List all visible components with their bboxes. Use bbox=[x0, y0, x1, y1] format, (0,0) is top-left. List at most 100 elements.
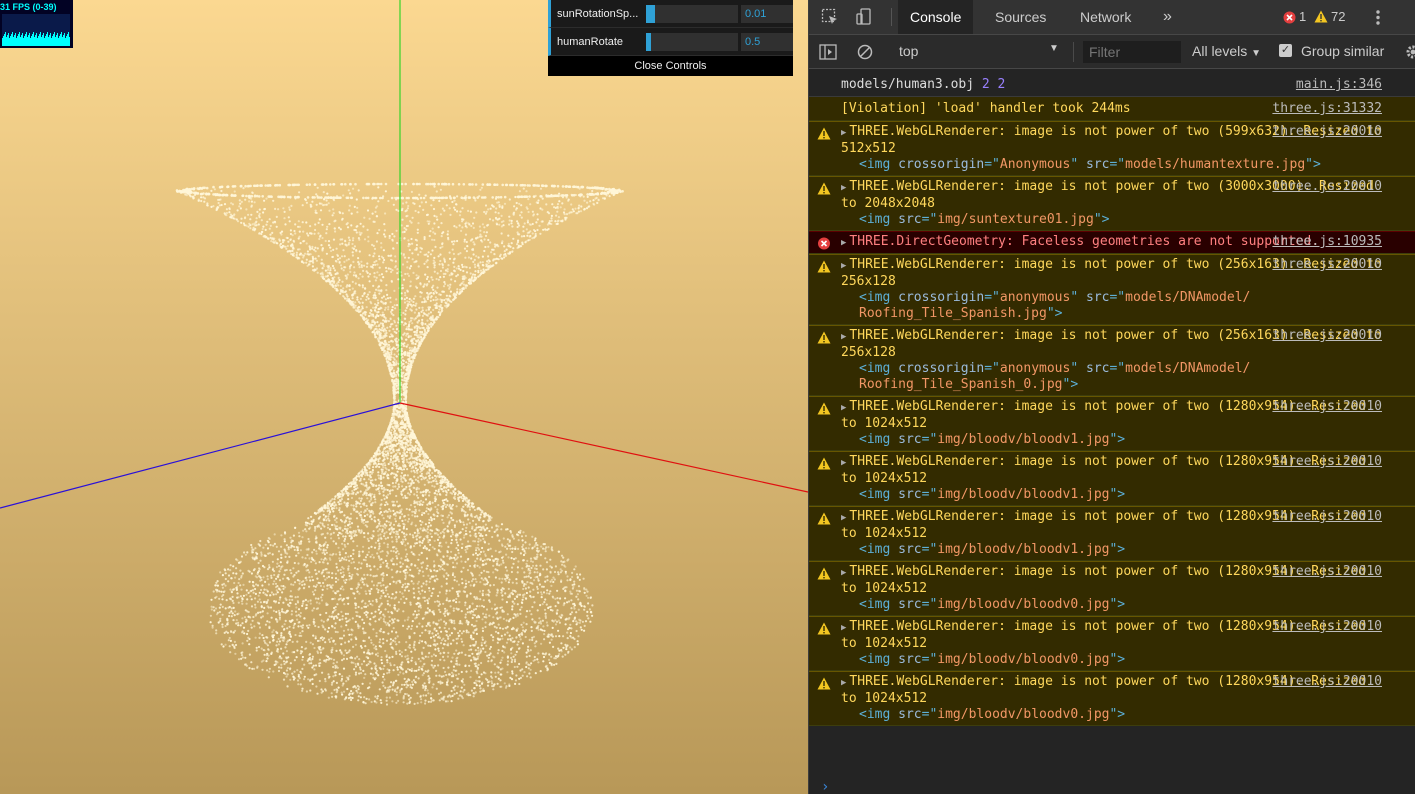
console-warning-row[interactable]: ▶ THREE.WebGLRenderer: image is not power… bbox=[809, 176, 1415, 231]
expand-caret-icon[interactable]: ▶ bbox=[841, 261, 846, 271]
warning-count[interactable]: 72 bbox=[1331, 9, 1345, 24]
gui-control-sun-rotation[interactable]: sunRotationSp... 0.01 bbox=[548, 0, 793, 28]
expand-caret-icon[interactable]: ▶ bbox=[841, 403, 846, 413]
warning-count-icon[interactable] bbox=[1314, 10, 1328, 23]
console-warning-row[interactable]: ▶ THREE.WebGLRenderer: image is not power… bbox=[809, 671, 1415, 726]
console-log-row[interactable]: models/human3.obj 2 2 main.js:346 bbox=[809, 69, 1415, 97]
attr-value: img/suntexture01.jpg bbox=[937, 212, 1094, 227]
context-selector[interactable]: top bbox=[899, 43, 918, 59]
expand-caret-icon[interactable]: ▶ bbox=[841, 128, 846, 138]
expand-caret-icon[interactable]: ▶ bbox=[841, 513, 846, 523]
stats-panel[interactable]: 31 FPS (0-39) bbox=[0, 0, 73, 48]
fps-label: 31 FPS (0-39) bbox=[0, 2, 57, 12]
source-link[interactable]: main.js:346 bbox=[1296, 77, 1382, 93]
scene-render bbox=[0, 0, 808, 706]
console-filter-input[interactable] bbox=[1083, 41, 1181, 63]
source-link[interactable]: three.js:20010 bbox=[1272, 328, 1382, 344]
device-toolbar-icon[interactable] bbox=[855, 8, 873, 26]
source-link[interactable]: three.js:20010 bbox=[1272, 124, 1382, 140]
console-settings-gear-icon[interactable] bbox=[1405, 44, 1415, 60]
source-link[interactable]: three.js:20010 bbox=[1272, 399, 1382, 415]
console-warning-row[interactable]: ▶ THREE.WebGLRenderer: image is not power… bbox=[809, 616, 1415, 671]
console-prompt[interactable]: › bbox=[809, 779, 1415, 794]
violation-text: [Violation] 'load' handler took 244ms bbox=[841, 101, 1131, 116]
devtools-panel: Console Sources Network » 1 72 top ▼ All… bbox=[808, 0, 1415, 794]
source-link[interactable]: three.js:20010 bbox=[1272, 619, 1382, 635]
source-link[interactable]: three.js:20010 bbox=[1272, 509, 1382, 525]
expand-caret-icon[interactable]: ▶ bbox=[841, 183, 846, 193]
sun-rotation-value-input[interactable]: 0.01 bbox=[741, 5, 793, 23]
console-warning-row[interactable]: ▶ THREE.WebGLRenderer: image is not power… bbox=[809, 561, 1415, 616]
attr-name: src bbox=[898, 707, 922, 722]
attr-name: src bbox=[898, 487, 922, 502]
chevron-down-icon: ▼ bbox=[1251, 48, 1262, 59]
chevron-down-icon[interactable]: ▼ bbox=[1049, 43, 1059, 54]
clear-console-icon[interactable] bbox=[857, 44, 873, 60]
close-controls-button[interactable]: Close Controls bbox=[548, 56, 793, 76]
fps-graph-bar bbox=[69, 37, 70, 46]
expand-caret-icon[interactable]: ▶ bbox=[841, 568, 846, 578]
console-warning-row[interactable]: ▶ THREE.WebGLRenderer: image is not power… bbox=[809, 254, 1415, 325]
element-tag: <img bbox=[859, 157, 899, 172]
source-link[interactable]: three.js:20010 bbox=[1272, 564, 1382, 580]
message-element-ref[interactable]: <img src="img/bloodv/bloodv1.jpg"> bbox=[841, 542, 1382, 558]
source-link[interactable]: three.js:10935 bbox=[1272, 234, 1382, 250]
expand-caret-icon[interactable]: ▶ bbox=[841, 238, 846, 248]
element-tag: <img bbox=[859, 290, 899, 305]
attr-value: img/bloodv/bloodv0.jpg bbox=[937, 652, 1110, 667]
kebab-menu-icon[interactable] bbox=[1375, 9, 1381, 26]
console-warning-row[interactable]: ▶ THREE.WebGLRenderer: image is not power… bbox=[809, 451, 1415, 506]
console-error-row[interactable]: ▶ THREE.DirectGeometry: Faceless geometri… bbox=[809, 231, 1415, 254]
message-element-ref[interactable]: <img src="img/suntexture01.jpg"> bbox=[841, 212, 1382, 228]
message-element-ref[interactable]: <img src="img/bloodv/bloodv1.jpg"> bbox=[841, 432, 1382, 448]
expand-caret-icon[interactable]: ▶ bbox=[841, 678, 846, 688]
source-link[interactable]: three.js:20010 bbox=[1272, 257, 1382, 273]
message-element-ref[interactable]: <img src="img/bloodv/bloodv0.jpg"> bbox=[841, 597, 1382, 613]
log-levels-dropdown[interactable]: All levels ▼ bbox=[1192, 43, 1261, 59]
tab-sources[interactable]: Sources bbox=[983, 0, 1058, 34]
gui-control-human-rotate[interactable]: humanRotate 0.5 bbox=[548, 28, 793, 56]
attr-name: src bbox=[1086, 157, 1110, 172]
message-element-ref[interactable]: <img crossorigin="Anonymous" src="models… bbox=[841, 157, 1382, 173]
expand-caret-icon[interactable]: ▶ bbox=[841, 623, 846, 633]
expand-caret-icon[interactable]: ▶ bbox=[841, 458, 846, 468]
sun-rotation-slider[interactable] bbox=[646, 5, 738, 23]
error-count-icon[interactable] bbox=[1283, 11, 1296, 24]
message-element-ref[interactable]: <img src="img/bloodv/bloodv0.jpg"> bbox=[841, 707, 1382, 723]
human-rotate-slider[interactable] bbox=[646, 33, 738, 51]
message-element-ref[interactable]: <img src="img/bloodv/bloodv0.jpg"> bbox=[841, 652, 1382, 668]
element-tag: <img bbox=[859, 432, 899, 447]
source-link[interactable]: three.js:31332 bbox=[1272, 101, 1382, 117]
human-rotate-value-input[interactable]: 0.5 bbox=[741, 33, 793, 51]
console-warning-row[interactable]: ▶ THREE.WebGLRenderer: image is not power… bbox=[809, 121, 1415, 176]
sidebar-toggle-icon[interactable] bbox=[819, 44, 837, 60]
message-element-ref[interactable]: <img crossorigin="anonymous" src="models… bbox=[841, 290, 1382, 322]
console-warning-row[interactable]: ▶ THREE.WebGLRenderer: image is not power… bbox=[809, 396, 1415, 451]
log-levels-label: All levels bbox=[1192, 43, 1248, 59]
warning-icon bbox=[817, 457, 831, 470]
violation-row[interactable]: [Violation] 'load' handler took 244ms th… bbox=[809, 97, 1415, 121]
console-warning-row[interactable]: ▶ THREE.WebGLRenderer: image is not power… bbox=[809, 506, 1415, 561]
inspect-element-icon[interactable] bbox=[821, 8, 839, 26]
message-element-ref[interactable]: <img src="img/bloodv/bloodv1.jpg"> bbox=[841, 487, 1382, 503]
source-link[interactable]: three.js:20010 bbox=[1272, 179, 1382, 195]
source-link[interactable]: three.js:20010 bbox=[1272, 454, 1382, 470]
error-count[interactable]: 1 bbox=[1299, 9, 1306, 24]
warning-icon bbox=[817, 512, 831, 525]
source-link[interactable]: three.js:20010 bbox=[1272, 674, 1382, 690]
toolbar-separator bbox=[1073, 42, 1074, 62]
console-messages[interactable]: models/human3.obj 2 2 main.js:346 [Viola… bbox=[809, 69, 1415, 794]
expand-caret-icon[interactable]: ▶ bbox=[841, 332, 846, 342]
log-text: models/human3.obj bbox=[841, 77, 975, 92]
tab-network[interactable]: Network bbox=[1068, 0, 1143, 34]
tab-console[interactable]: Console bbox=[898, 0, 974, 34]
error-icon bbox=[818, 237, 830, 250]
more-tabs-button[interactable]: » bbox=[1151, 0, 1184, 34]
attr-name: crossorigin bbox=[898, 157, 985, 172]
console-warning-row[interactable]: ▶ THREE.WebGLRenderer: image is not power… bbox=[809, 325, 1415, 396]
message-element-ref[interactable]: <img crossorigin="anonymous" src="models… bbox=[841, 361, 1382, 393]
element-tag: <img bbox=[859, 361, 899, 376]
webgl-canvas[interactable]: 31 FPS (0-39) sunRotationSp... 0.01 huma… bbox=[0, 0, 808, 794]
dat-gui-panel: sunRotationSp... 0.01 humanRotate 0.5 Cl… bbox=[548, 0, 793, 76]
group-similar-checkbox[interactable]: ✓ bbox=[1279, 44, 1292, 57]
